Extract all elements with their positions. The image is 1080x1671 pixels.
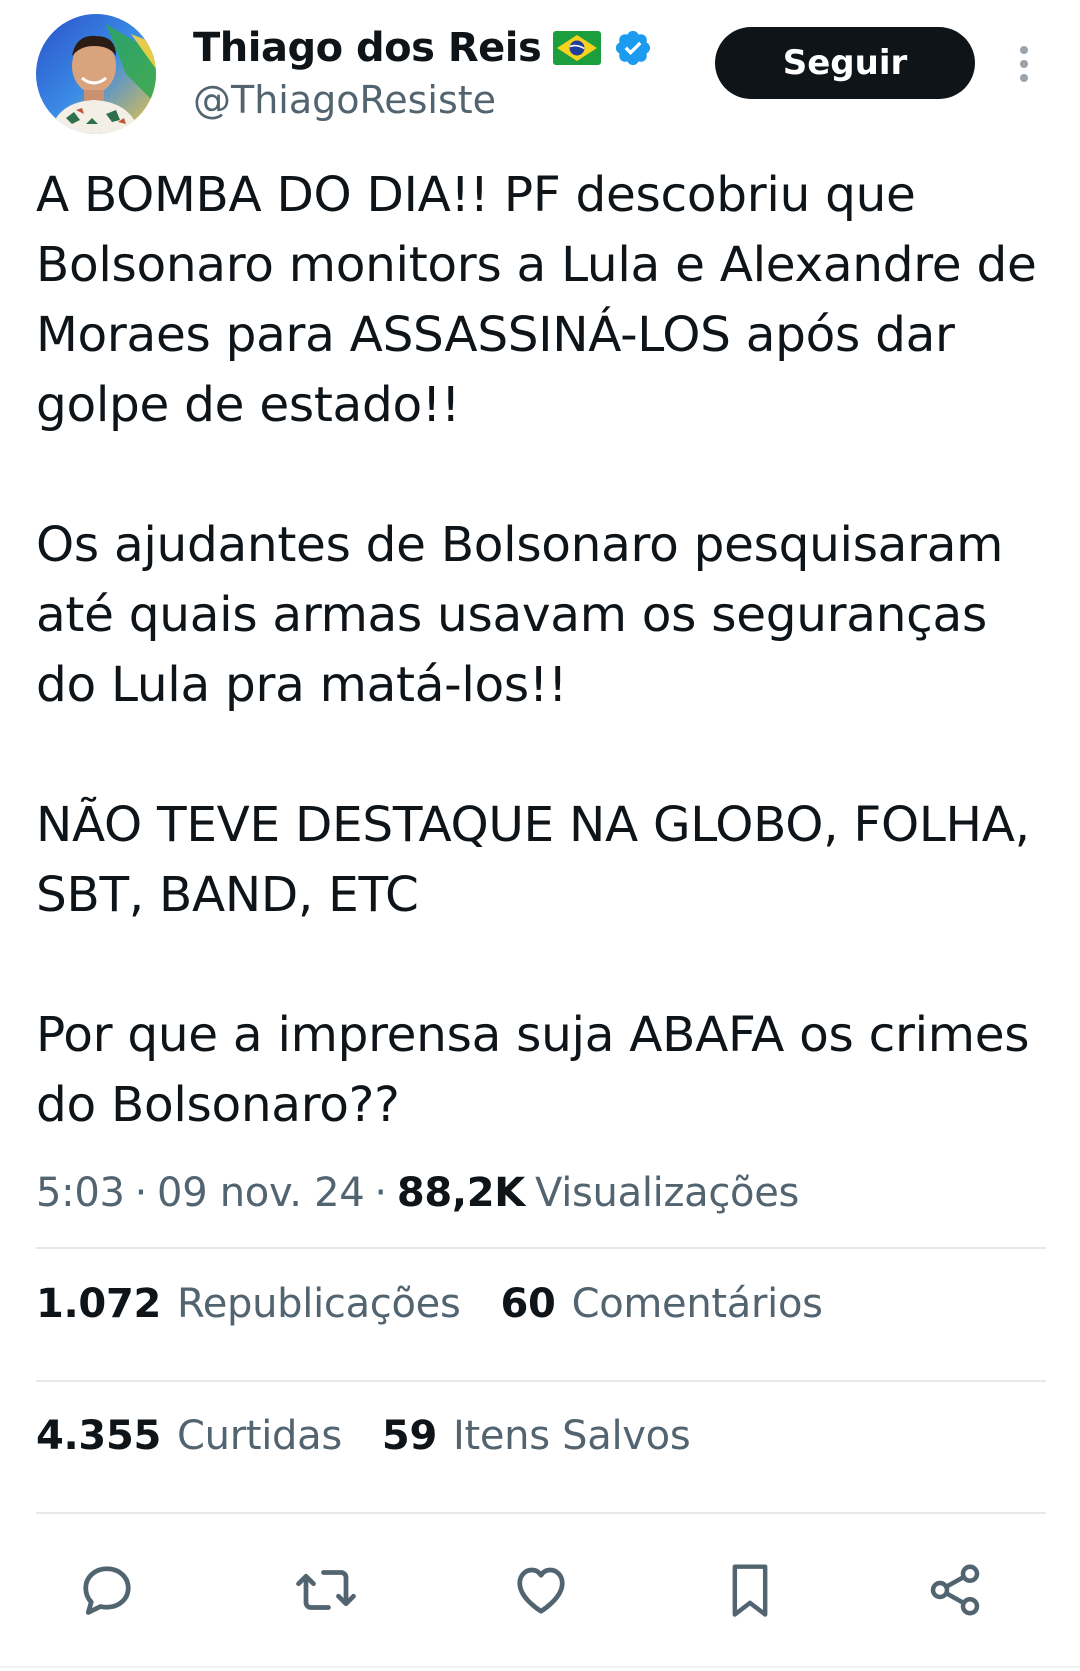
comments-stat[interactable]: 60 Comentários [501, 1281, 823, 1327]
share-button[interactable] [910, 1540, 1000, 1640]
stats-row-likes-bookmarks: 4.355 Curtidas 59 Itens Salvos [36, 1406, 730, 1466]
tweet-paragraph: NÃO TEVE DESTAQUE NA GLOBO, FOLHA, SBT, … [36, 797, 1030, 923]
stats-row-reposts-comments: 1.072 Republicações 60 Comentários [36, 1274, 863, 1334]
views-count: 88,2K [396, 1170, 526, 1216]
likes-stat[interactable]: 4.355 Curtidas [36, 1413, 342, 1459]
bottom-divider [0, 1666, 1080, 1668]
tweet-meta: 5:03 · 09 nov. 24 · 88,2K Visualizações [36, 1165, 799, 1221]
repost-button[interactable] [281, 1540, 371, 1640]
tweet-header: Thiago dos Reis @ThiagoResiste Seguir [0, 0, 1080, 140]
like-icon [517, 1567, 565, 1614]
more-vertical-icon [1020, 46, 1028, 82]
avatar[interactable] [36, 14, 156, 134]
reply-icon [83, 1566, 131, 1615]
name-row: Thiago dos Reis [193, 22, 653, 74]
share-icon [930, 1564, 980, 1616]
bookmark-icon [732, 1564, 768, 1617]
divider [36, 1247, 1046, 1249]
like-button[interactable] [496, 1540, 586, 1640]
meta-separator: · [374, 1170, 387, 1216]
user-handle[interactable]: @ThiagoResiste [193, 78, 496, 122]
divider [36, 1380, 1046, 1382]
verified-badge-icon[interactable] [613, 28, 653, 68]
brazil-flag-icon [553, 31, 602, 65]
tweet-paragraph: A BOMBA DO DIA!! PF descobriu que Bolson… [36, 167, 1037, 433]
tweet-text: A BOMBA DO DIA!! PF descobriu que Bolson… [36, 160, 1046, 1140]
divider [36, 1512, 1046, 1514]
meta-separator: · [134, 1170, 148, 1216]
bookmarks-count: 59 [381, 1413, 437, 1459]
reposts-stat[interactable]: 1.072 Republicações [36, 1281, 461, 1327]
follow-button[interactable]: Seguir [715, 27, 975, 99]
display-name[interactable]: Thiago dos Reis [193, 25, 542, 71]
bookmark-button[interactable] [705, 1540, 795, 1640]
reply-button[interactable] [62, 1540, 152, 1640]
bookmarks-stat[interactable]: 59 Itens Salvos [381, 1413, 691, 1459]
avatar-image [36, 14, 156, 134]
likes-count: 4.355 [36, 1413, 162, 1459]
tweet-time[interactable]: 5:03 [36, 1170, 125, 1216]
comments-count: 60 [500, 1281, 556, 1327]
repost-icon [296, 1570, 356, 1610]
reposts-count: 1.072 [36, 1281, 162, 1327]
tweet-date[interactable]: 09 nov. 24 [157, 1170, 365, 1216]
tweet-paragraph: Por que a imprensa suja ABAFA os crimes … [36, 1007, 1030, 1133]
reposts-label: Republicações [177, 1281, 461, 1327]
bookmarks-label: Itens Salvos [452, 1413, 691, 1459]
views-label: Visualizações [535, 1170, 800, 1216]
comments-label: Comentários [571, 1281, 823, 1327]
likes-label: Curtidas [177, 1413, 342, 1459]
tweet-actions [0, 1540, 1080, 1640]
more-options-button[interactable] [1006, 40, 1042, 88]
tweet-paragraph: Os ajudantes de Bolsonaro pesquisaram at… [36, 517, 1004, 713]
